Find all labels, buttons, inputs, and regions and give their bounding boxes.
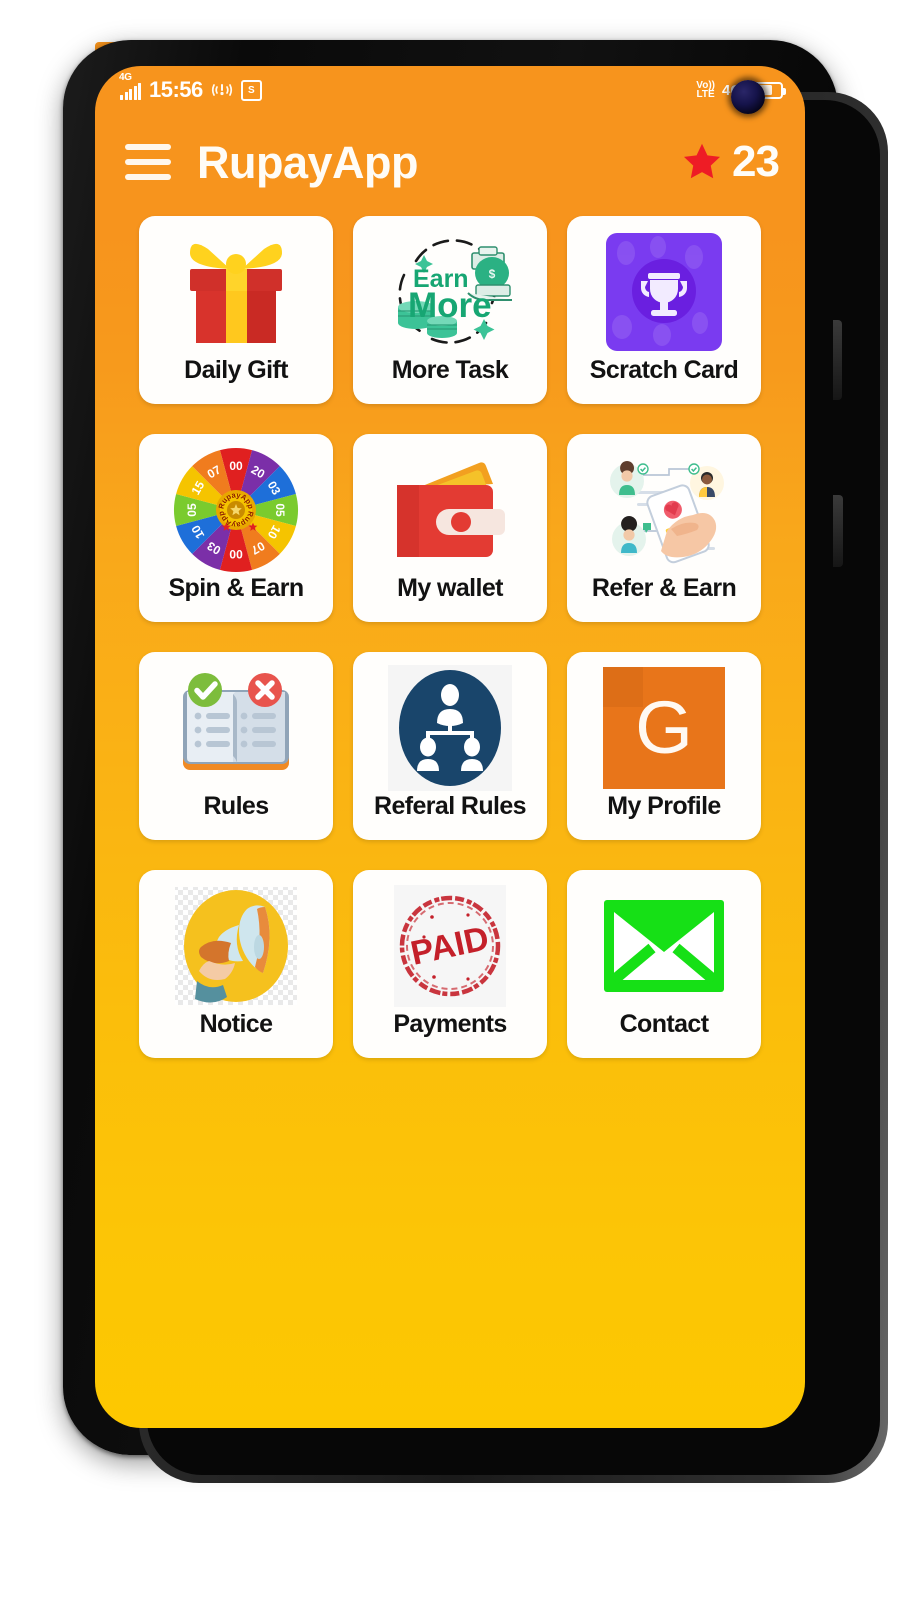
tile-my-profile[interactable]: G My Profile [567, 652, 761, 840]
svg-text:$: $ [489, 267, 496, 281]
hotspot-icon [211, 81, 233, 99]
app-bar: RupayApp 23 [95, 114, 805, 210]
svg-text:05: 05 [273, 503, 287, 517]
tile-spin-and-earn[interactable]: 00 20 03 05 10 07 00 03 10 05 15 07 RupayApp RupayA… [139, 434, 333, 622]
tile-my-wallet[interactable]: My wallet [353, 434, 547, 622]
rulebook-icon [143, 662, 329, 794]
points-badge[interactable]: 23 [681, 137, 780, 186]
tile-label: More Task [391, 356, 509, 384]
tile-grid: Daily Gift $ Earn More More Task Scratch… [95, 216, 805, 1058]
avatar-letter: G [635, 686, 693, 769]
spin-wheel-icon: 00 20 03 05 10 07 00 03 10 05 15 07 RupayApp RupayA… [143, 444, 329, 576]
people-hierarchy-icon [357, 662, 543, 794]
tile-referal-rules[interactable]: Referal Rules [353, 652, 547, 840]
screenshot-app-icon: S [240, 79, 262, 101]
profile-avatar-icon: G [571, 662, 757, 794]
wallet-icon [357, 444, 543, 576]
tile-label: Rules [203, 792, 269, 820]
volte-icon: Vo)) LTE [696, 80, 715, 100]
tile-label: My Profile [607, 792, 721, 820]
tile-label: Scratch Card [589, 356, 739, 384]
refer-friends-icon: GIFT [571, 444, 757, 576]
envelope-icon [571, 880, 757, 1012]
points-count: 23 [732, 137, 780, 186]
hamburger-menu-icon[interactable] [125, 144, 171, 180]
punch-hole-camera-icon [731, 80, 765, 114]
tile-label: Referal Rules [374, 792, 527, 820]
power-button[interactable] [833, 495, 843, 567]
page-title: RupayApp [197, 136, 419, 188]
tile-label: Notice [199, 1010, 273, 1038]
tile-contact[interactable]: Contact [567, 870, 761, 1058]
svg-text:00: 00 [229, 459, 243, 473]
tile-label: My wallet [397, 574, 503, 602]
tile-refer-and-earn[interactable]: GIFT Refer & Earn [567, 434, 761, 622]
svg-text:05: 05 [185, 503, 199, 517]
gift-box-icon [143, 226, 329, 358]
volume-rocker-button[interactable] [833, 320, 842, 400]
tile-more-task[interactable]: $ Earn More More Task [353, 216, 547, 404]
tile-rules[interactable]: Rules [139, 652, 333, 840]
phone-screen: 4G 15:56 S Vo)) LTE 4G [95, 66, 805, 1428]
tile-label: Refer & Earn [591, 574, 737, 602]
star-icon [681, 141, 723, 183]
svg-text:00: 00 [229, 547, 243, 561]
svg-text:More: More [408, 286, 492, 325]
trophy-card-icon [571, 226, 757, 358]
network-generation-label: 4G [119, 72, 132, 83]
earn-more-icon: $ Earn More [357, 226, 543, 358]
tile-label: Contact [619, 1010, 709, 1038]
tile-daily-gift[interactable]: Daily Gift [139, 216, 333, 404]
tile-label: Payments [393, 1010, 507, 1038]
tile-scratch-card[interactable]: Scratch Card [567, 216, 761, 404]
signal-strength-icon: 4G [119, 72, 141, 100]
megaphone-icon [143, 880, 329, 1012]
tile-label: Spin & Earn [168, 574, 304, 602]
paid-stamp-icon: PAID [357, 880, 543, 1012]
tile-payments[interactable]: PAID Payments [353, 870, 547, 1058]
tile-label: Daily Gift [184, 356, 288, 384]
tile-notice[interactable]: Notice [139, 870, 333, 1058]
status-time: 15:56 [149, 77, 203, 102]
status-bar: 4G 15:56 S Vo)) LTE 4G [95, 66, 805, 114]
